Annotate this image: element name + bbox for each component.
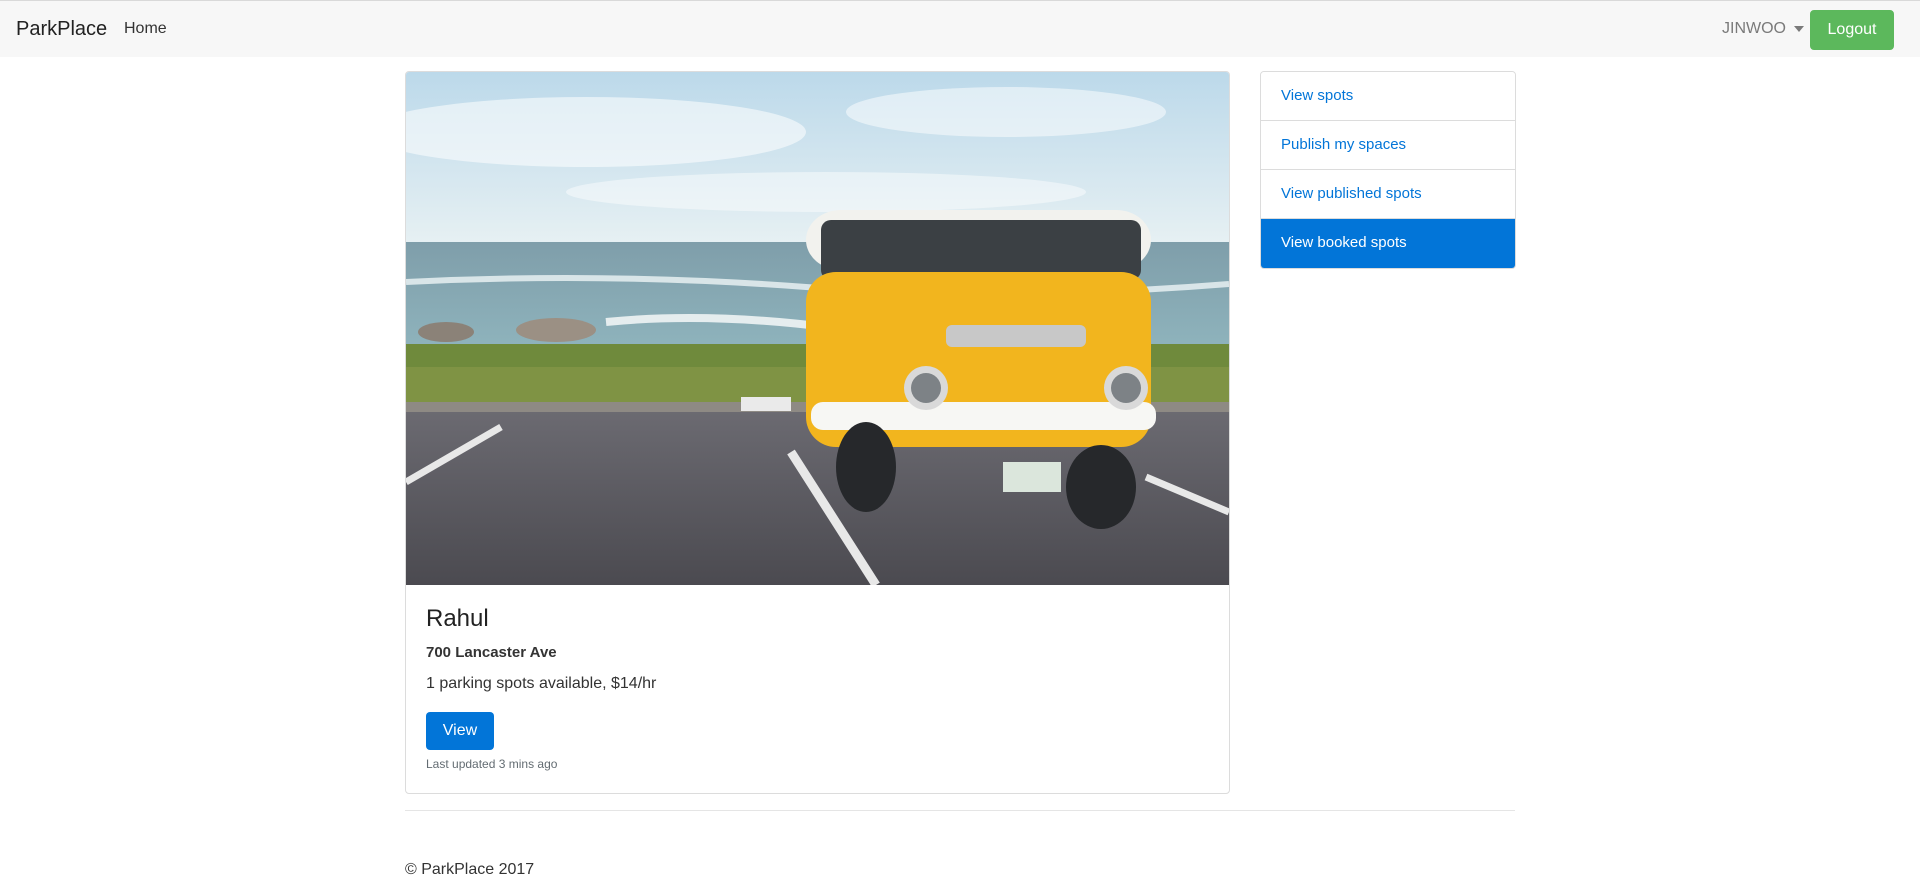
sidebar-item-view-published-spots[interactable]: View published spots	[1261, 170, 1515, 219]
sidebar-item-view-booked-spots[interactable]: View booked spots	[1261, 219, 1515, 268]
sidebar-item-view-spots[interactable]: View spots	[1261, 72, 1515, 121]
listing-card: Rahul 700 Lancaster Ave 1 parking spots …	[405, 71, 1230, 794]
listing-address: 700 Lancaster Ave	[426, 644, 557, 661]
sidebar-menu: View spots Publish my spaces View publis…	[1260, 71, 1516, 269]
brand-logo[interactable]: ParkPlace	[16, 18, 107, 41]
listing-availability: 1 parking spots available, $14/hr	[426, 675, 657, 692]
last-updated-text: Last updated 3 mins ago	[426, 757, 558, 771]
listing-title: Rahul	[426, 605, 489, 632]
sidebar-item-publish-my-spaces[interactable]: Publish my spaces	[1261, 121, 1515, 170]
footer-divider	[405, 810, 1515, 811]
view-button[interactable]: View	[426, 712, 494, 750]
listing-photo	[406, 72, 1229, 585]
user-dropdown[interactable]: JINWOO	[1722, 20, 1804, 38]
caret-down-icon	[1794, 25, 1804, 32]
user-name: JINWOO	[1722, 20, 1786, 37]
top-navbar: ParkPlace Home JINWOO Logout	[0, 0, 1920, 57]
nav-link-home[interactable]: Home	[124, 20, 167, 38]
footer-copyright: © ParkPlace 2017	[405, 861, 535, 878]
logout-button[interactable]: Logout	[1810, 10, 1894, 50]
